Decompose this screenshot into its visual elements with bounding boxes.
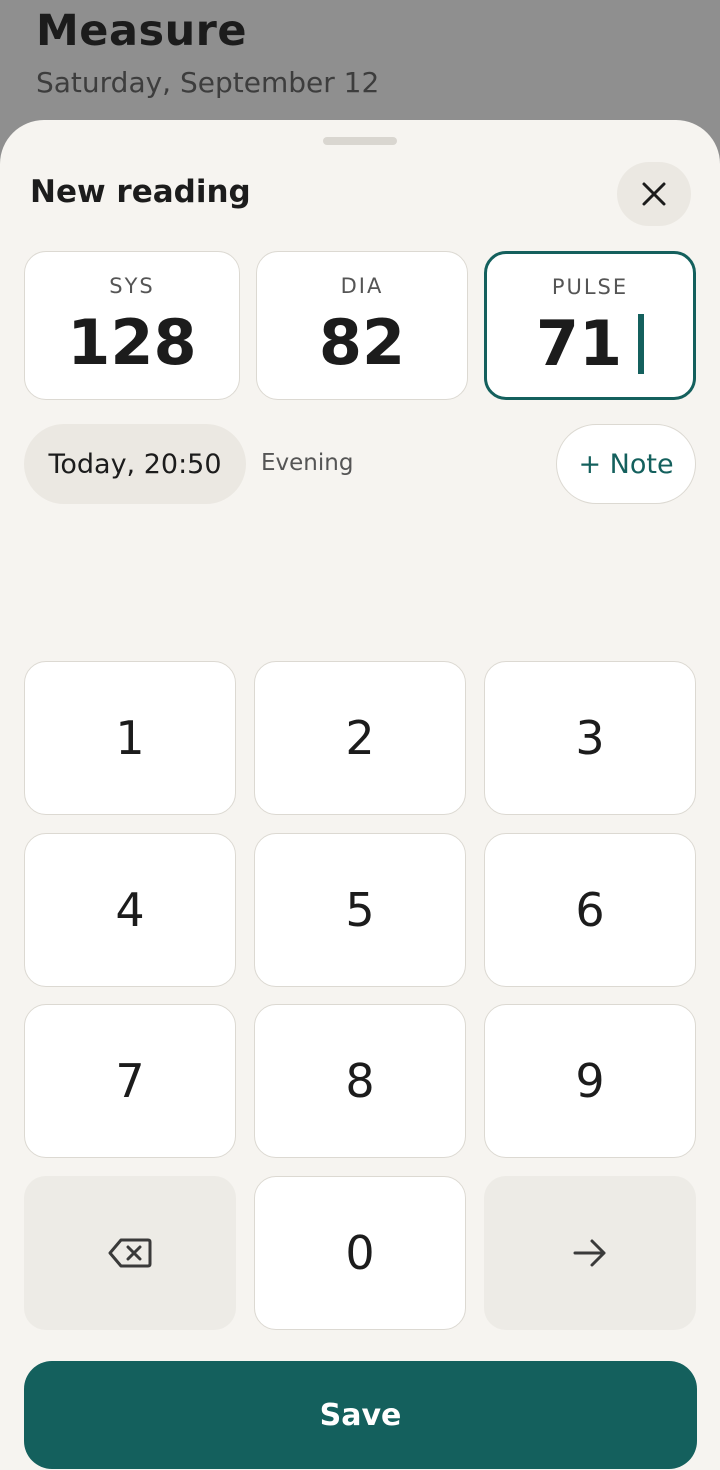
- key-6[interactable]: 6: [484, 833, 696, 987]
- sheet-drag-handle[interactable]: [323, 137, 397, 145]
- pulse-card[interactable]: PULSE 71: [484, 251, 696, 400]
- new-reading-sheet: New reading SYS 128 DIA 82 PULSE 71 Toda…: [0, 120, 720, 1470]
- dia-value: 82: [318, 306, 406, 379]
- close-button[interactable]: [617, 162, 691, 226]
- key-3[interactable]: 3: [484, 661, 696, 815]
- key-9[interactable]: 9: [484, 1004, 696, 1158]
- key-7[interactable]: 7: [24, 1004, 236, 1158]
- sys-value: 128: [67, 306, 197, 379]
- pulse-value-row: 71: [487, 305, 693, 383]
- key-1[interactable]: 1: [24, 661, 236, 815]
- sys-label: SYS: [109, 274, 155, 298]
- save-button[interactable]: Save: [24, 1361, 697, 1469]
- next-key[interactable]: [484, 1176, 696, 1330]
- time-chip[interactable]: Today, 20:50: [24, 424, 246, 504]
- key-4[interactable]: 4: [24, 833, 236, 987]
- page-title: Measure: [36, 6, 248, 56]
- key-5[interactable]: 5: [254, 833, 466, 987]
- key-8[interactable]: 8: [254, 1004, 466, 1158]
- close-icon: [642, 182, 666, 206]
- pulse-label: PULSE: [551, 275, 629, 299]
- backspace-key[interactable]: [24, 1176, 236, 1330]
- key-2[interactable]: 2: [254, 661, 466, 815]
- sheet-title: New reading: [30, 174, 251, 210]
- key-0[interactable]: 0: [254, 1176, 466, 1330]
- sys-card[interactable]: SYS 128: [24, 251, 240, 400]
- add-note-button[interactable]: + Note: [556, 424, 696, 504]
- dia-label: DIA: [340, 274, 384, 298]
- period-label: Evening: [261, 450, 354, 476]
- dia-card[interactable]: DIA 82: [256, 251, 468, 400]
- backspace-icon: [108, 1238, 152, 1268]
- page-date: Saturday, September 12: [36, 66, 380, 99]
- arrow-right-icon: [573, 1239, 606, 1267]
- pulse-value: 71: [535, 307, 623, 380]
- text-cursor: [638, 314, 645, 374]
